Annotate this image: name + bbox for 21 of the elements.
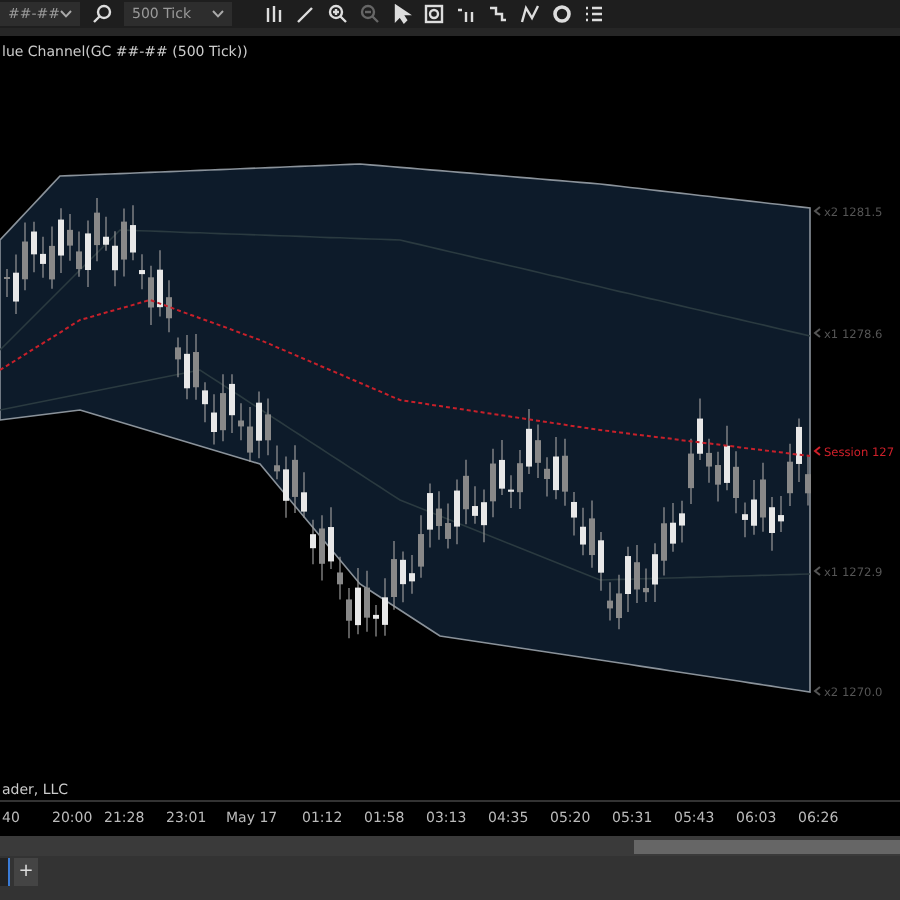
- steps-icon[interactable]: [488, 4, 508, 24]
- line-tool-icon[interactable]: [520, 4, 540, 24]
- pencil-icon[interactable]: [296, 4, 316, 24]
- search-icon[interactable]: [92, 4, 112, 24]
- zoom-in-icon[interactable]: [328, 4, 348, 24]
- chart-tab[interactable]: [0, 858, 10, 886]
- marker-icon: [813, 566, 821, 576]
- scrollbar-thumb[interactable]: [634, 839, 900, 853]
- chevron-down-icon: [60, 10, 72, 18]
- marker-icon: [813, 446, 821, 456]
- marker-icon: [813, 686, 821, 696]
- add-tab-button[interactable]: +: [14, 858, 38, 886]
- cursor-icon[interactable]: [392, 4, 412, 24]
- marker-icon: [813, 206, 821, 216]
- bar-chart-icon[interactable]: [264, 4, 284, 24]
- circle-icon[interactable]: [552, 4, 572, 24]
- marker-icon: [813, 328, 821, 338]
- chevron-down-icon: [212, 10, 224, 18]
- list-icon[interactable]: [584, 4, 604, 24]
- snapshot-icon[interactable]: [424, 4, 444, 24]
- zoom-out-icon[interactable]: [360, 4, 380, 24]
